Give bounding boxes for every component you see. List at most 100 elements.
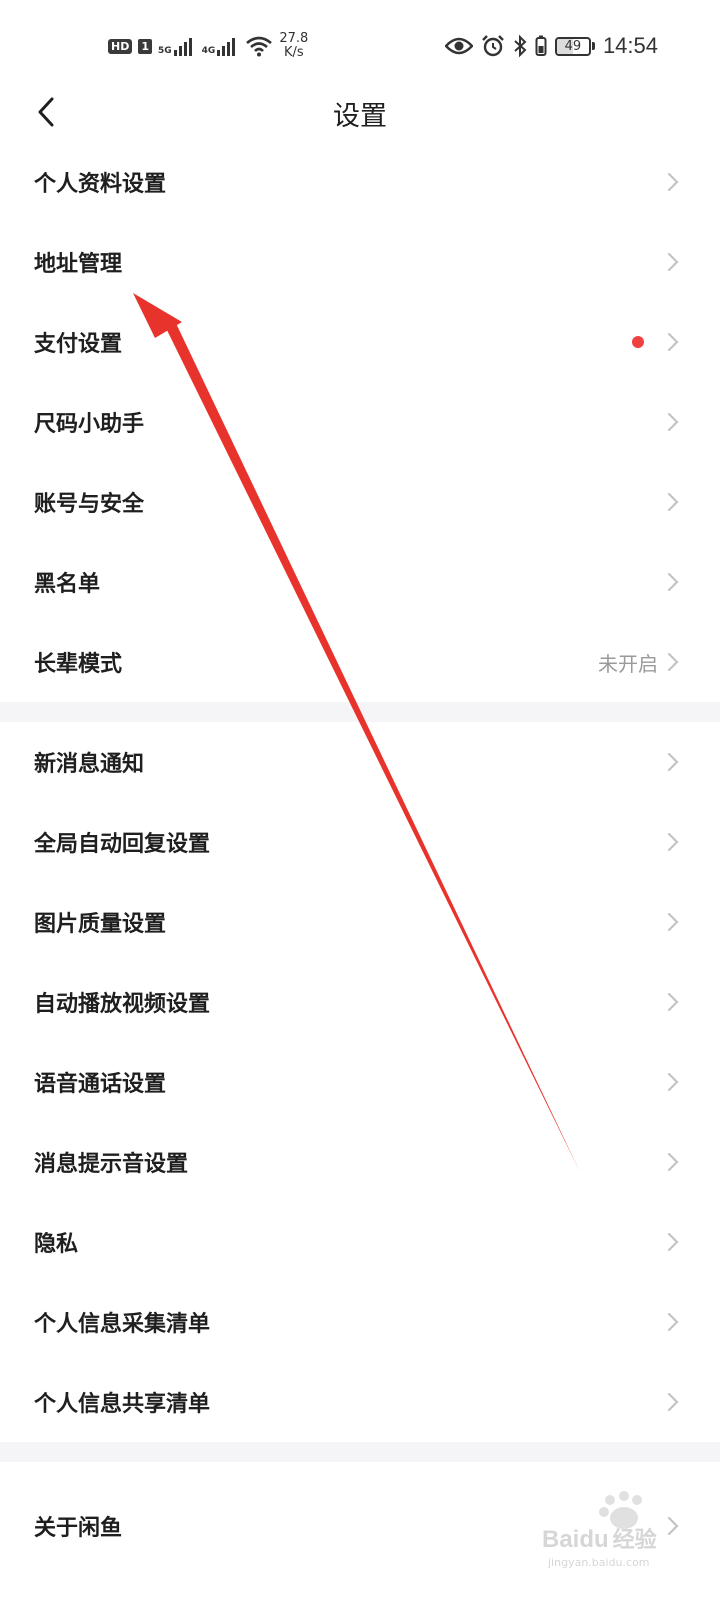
status-bar-left: HD 1 5G 4G 27.8 K/s	[108, 30, 308, 62]
settings-item-label: 地址管理	[34, 252, 123, 277]
network-speed: 27.8 K/s	[279, 32, 308, 60]
chevron-right-icon	[666, 171, 680, 193]
row-right	[666, 1282, 720, 1362]
signal-group-2: 4G	[202, 36, 240, 56]
settings-item-label: 账号与安全	[34, 492, 145, 517]
alarm-icon	[482, 35, 504, 57]
settings-item-label: 个人信息采集清单	[34, 1312, 211, 1337]
row-right: 未开启	[598, 622, 720, 702]
bluetooth-icon	[514, 34, 527, 58]
settings-item-auto-reply[interactable]: 全局自动回复设置	[0, 802, 720, 882]
chevron-right-icon	[666, 1391, 680, 1413]
hd-badge: HD	[108, 38, 133, 54]
chevron-right-icon	[666, 1151, 680, 1173]
chevron-right-icon	[666, 751, 680, 773]
row-right	[666, 462, 720, 542]
settings-item-blacklist[interactable]: 黑名单	[0, 542, 720, 622]
baidu-jingyan-watermark: Baidu 经验 jingyan.baidu.com	[542, 1488, 682, 1588]
watermark-cn: 经验	[612, 1528, 657, 1553]
settings-item-label: 个人资料设置	[34, 172, 167, 197]
row-right	[666, 382, 720, 462]
chevron-right-icon	[666, 571, 680, 593]
settings-item-size-helper[interactable]: 尺码小助手	[0, 382, 720, 462]
settings-item-elder-mode[interactable]: 长辈模式 未开启	[0, 622, 720, 702]
settings-item-label: 图片质量设置	[34, 912, 167, 937]
row-right	[666, 1122, 720, 1202]
chevron-right-icon	[666, 491, 680, 513]
network-speed-unit: K/s	[283, 45, 304, 60]
status-bar-right: 49 14:54	[444, 30, 658, 62]
chevron-right-icon	[666, 411, 680, 433]
watermark-brand: Baidu	[542, 1526, 609, 1553]
section-divider	[0, 1442, 720, 1462]
network-type-2: 4G	[201, 46, 216, 56]
network-speed-value: 27.8	[279, 31, 309, 46]
clock: 14:54	[602, 33, 658, 58]
elder-mode-status: 未开启	[598, 651, 658, 676]
network-type-1: 5G	[158, 46, 172, 56]
battery-indicator: 49	[554, 36, 595, 56]
battery-level: 49	[564, 38, 582, 54]
settings-item-label: 隐私	[34, 1232, 79, 1257]
settings-group-1: 个人资料设置 地址管理 支付设置 尺码小助手 账号与安全 黑名单 长辈模式 未开…	[0, 142, 720, 702]
chevron-right-icon	[666, 651, 680, 673]
notification-dot	[632, 336, 644, 348]
signal-group-1: 5G	[158, 36, 196, 56]
row-right	[666, 1042, 720, 1122]
row-right	[632, 302, 720, 382]
row-right	[666, 542, 720, 622]
chevron-right-icon	[666, 1311, 680, 1333]
battery-body: 49	[554, 36, 591, 56]
row-right	[666, 962, 720, 1042]
row-right	[666, 882, 720, 962]
nav-bar: 设置	[0, 90, 720, 150]
row-right	[666, 142, 720, 222]
battery-cap	[591, 42, 595, 50]
wifi-icon	[246, 36, 273, 57]
settings-item-account-security[interactable]: 账号与安全	[0, 462, 720, 542]
settings-item-label: 黑名单	[34, 572, 101, 597]
chevron-right-icon	[666, 331, 680, 353]
settings-item-payment[interactable]: 支付设置	[0, 302, 720, 382]
chevron-right-icon	[666, 911, 680, 933]
row-right	[666, 802, 720, 882]
section-divider	[0, 702, 720, 722]
settings-item-label: 尺码小助手	[34, 412, 145, 437]
settings-group-2: 新消息通知 全局自动回复设置 图片质量设置 自动播放视频设置 语音通话设置 消息…	[0, 722, 720, 1442]
signal-icon	[173, 38, 192, 56]
settings-item-autoplay-video[interactable]: 自动播放视频设置	[0, 962, 720, 1042]
settings-item-info-sharing[interactable]: 个人信息共享清单	[0, 1362, 720, 1442]
battery-saver-icon	[535, 35, 547, 56]
settings-item-message-sound[interactable]: 消息提示音设置	[0, 1122, 720, 1202]
settings-item-profile[interactable]: 个人资料设置	[0, 142, 720, 222]
settings-item-label: 全局自动回复设置	[34, 832, 211, 857]
chevron-right-icon	[666, 251, 680, 273]
sim-badge: 1	[138, 38, 152, 54]
settings-item-image-quality[interactable]: 图片质量设置	[0, 882, 720, 962]
settings-item-label: 支付设置	[34, 332, 123, 357]
settings-item-label: 消息提示音设置	[34, 1152, 189, 1177]
settings-item-label: 个人信息共享清单	[34, 1392, 211, 1417]
chevron-right-icon	[666, 1231, 680, 1253]
signal-icon	[217, 38, 236, 56]
settings-item-label: 关于闲鱼	[34, 1516, 123, 1541]
settings-item-label: 新消息通知	[34, 752, 145, 777]
settings-item-info-collection[interactable]: 个人信息采集清单	[0, 1282, 720, 1362]
watermark-url: jingyan.baidu.com	[548, 1556, 650, 1569]
eye-icon	[444, 37, 473, 55]
chevron-right-icon	[666, 991, 680, 1013]
settings-item-voice-call[interactable]: 语音通话设置	[0, 1042, 720, 1122]
chevron-right-icon	[666, 831, 680, 853]
row-right	[666, 222, 720, 302]
settings-item-label: 长辈模式	[34, 652, 123, 677]
row-right	[666, 1202, 720, 1282]
row-right	[666, 722, 720, 802]
settings-item-privacy[interactable]: 隐私	[0, 1202, 720, 1282]
settings-item-new-message[interactable]: 新消息通知	[0, 722, 720, 802]
settings-item-label: 语音通话设置	[34, 1072, 167, 1097]
settings-item-address[interactable]: 地址管理	[0, 222, 720, 302]
row-right	[666, 1362, 720, 1442]
status-bar: HD 1 5G 4G 27.8 K/s 49 14:54	[0, 0, 720, 90]
page-title: 设置	[333, 101, 387, 132]
chevron-right-icon	[666, 1071, 680, 1093]
